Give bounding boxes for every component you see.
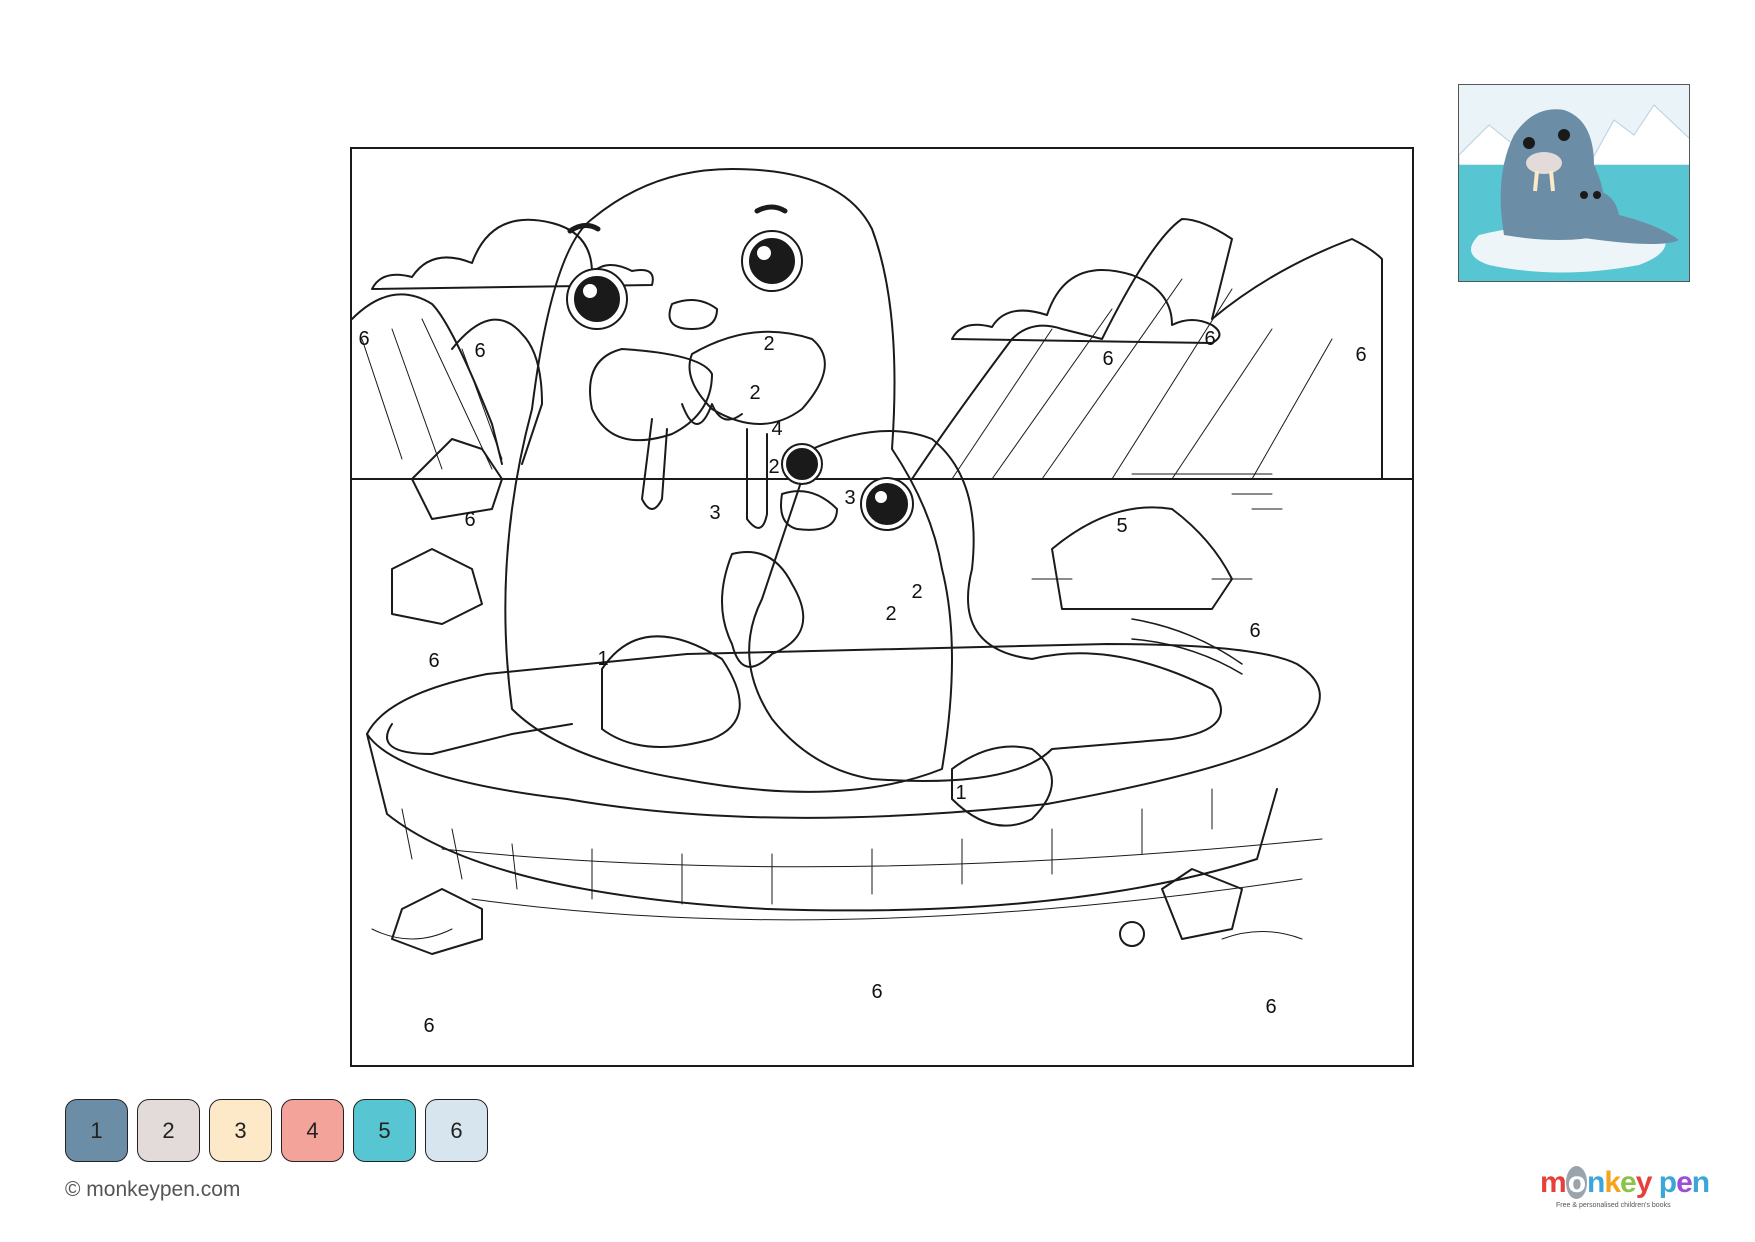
color-key: 1 2 3 4 5 6 [65,1099,488,1162]
region-number: 2 [885,603,897,625]
walrus-mouth [681,403,743,425]
baby-seal-body [748,430,1222,782]
region-number: 1 [597,648,609,670]
seal-hug-flipper [721,551,805,668]
seal-muzzle [780,490,838,531]
ice-floe-side [366,733,1278,912]
region-number: 5 [1116,515,1128,537]
walrus-left-flipper [386,723,573,755]
mountain-right-lines [951,278,1333,480]
color-swatch-1: 1 [65,1099,128,1162]
region-number: 6 [871,981,883,1003]
swatch-number: 3 [234,1117,247,1143]
ice-chunk-c [1051,506,1233,610]
region-number: 6 [1355,344,1367,366]
coloring-picture: 6 6 2 2 4 2 3 3 6 6 6 6 5 2 2 6 6 1 1 6 … [350,147,1414,1067]
color-swatch-2: 2 [137,1099,200,1162]
ice-chunk-d [391,888,483,955]
region-number: 3 [709,502,721,524]
region-number: 6 [428,650,440,672]
region-number: 6 [1204,328,1216,350]
region-number: 6 [1265,996,1277,1018]
ice-floe-lines [401,788,1213,905]
walrus-nose [668,299,718,330]
color-reference-thumbnail [1458,84,1690,282]
walrus-line-art [352,168,1412,955]
region-number: 2 [763,333,775,355]
region-number: 6 [1249,620,1261,642]
ice-chunk-e [1161,868,1243,940]
region-number: 2 [911,581,923,603]
swatch-number: 1 [90,1117,103,1143]
region-number: 6 [358,328,370,350]
color-swatch-5: 5 [353,1099,416,1162]
seal-back-flipper [951,745,1053,827]
color-swatch-6: 6 [425,1099,488,1162]
region-number: 6 [464,509,476,531]
logo-tagline: Free & personalised children's books [1556,1202,1671,1209]
swatch-number: 6 [450,1117,463,1143]
mountains-right [911,218,1383,480]
region-number: 6 [474,340,486,362]
cloud-right [951,269,1221,344]
region-number: 2 [768,456,780,478]
water-ripples [371,838,1323,940]
swatch-number: 4 [306,1117,319,1143]
bubble [1119,921,1145,947]
ice-floe-top [366,643,1321,819]
copyright-text: © monkeypen.com [65,1178,241,1201]
color-swatch-4: 4 [281,1099,344,1162]
reference-image [1459,85,1689,281]
region-number: 2 [749,382,761,404]
logo-wordmark: monkey pen [1540,1166,1710,1199]
color-swatch-3: 3 [209,1099,272,1162]
monkey-pen-logo[interactable]: monkey pen Free & personalised children'… [1540,1166,1710,1216]
walrus-tusks [641,418,768,529]
region-number: 6 [1102,348,1114,370]
swatch-number: 2 [162,1117,175,1143]
mountains-left [352,293,543,465]
region-number: 3 [844,487,856,509]
ice-chunk-b [391,548,483,625]
swatch-number: 5 [378,1117,391,1143]
water-lines [1031,473,1283,580]
region-number: 4 [771,418,783,440]
region-number: 6 [423,1015,435,1037]
region-number: 1 [955,782,967,804]
